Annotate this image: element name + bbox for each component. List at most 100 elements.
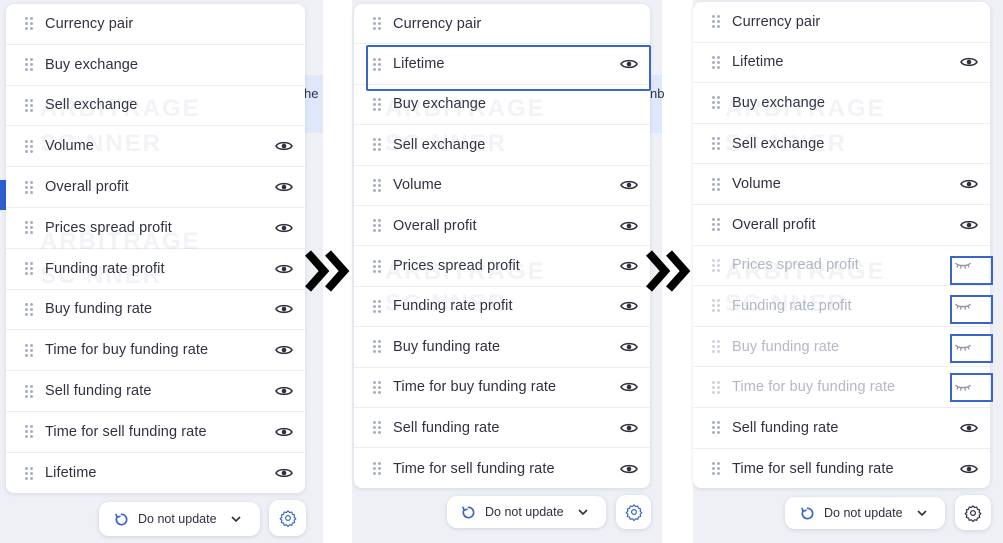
visibility-toggle[interactable] [274, 139, 294, 153]
drag-handle-icon[interactable] [373, 462, 381, 476]
column-row[interactable]: Time for sell funding rate [693, 449, 990, 488]
drag-handle-icon[interactable] [373, 340, 381, 354]
visibility-toggle[interactable] [959, 421, 979, 435]
settings-button[interactable] [269, 500, 306, 536]
visibility-toggle[interactable] [619, 299, 639, 313]
drag-handle-icon[interactable] [373, 97, 381, 111]
column-row[interactable]: Sell funding rate [354, 408, 650, 449]
visibility-toggle[interactable] [959, 462, 979, 476]
drag-handle-icon[interactable] [373, 219, 381, 233]
column-row[interactable]: Volume [6, 126, 305, 168]
column-row[interactable]: Sell funding rate [693, 408, 990, 449]
drag-handle-icon[interactable] [712, 380, 720, 394]
visibility-toggle[interactable] [959, 177, 979, 191]
drag-handle-icon[interactable] [25, 180, 33, 194]
drag-handle-icon[interactable] [25, 17, 33, 31]
column-row[interactable]: Prices spread profit [354, 246, 650, 287]
visibility-toggle[interactable] [274, 180, 294, 194]
drag-handle-icon[interactable] [373, 299, 381, 313]
column-row[interactable]: Buy funding rate [693, 327, 990, 368]
update-interval-label: Do not update [485, 505, 564, 519]
column-row[interactable]: Overall profit [693, 205, 990, 246]
visibility-toggle[interactable] [619, 380, 639, 394]
drag-handle-icon[interactable] [712, 258, 720, 272]
drag-handle-icon[interactable] [25, 221, 33, 235]
column-row[interactable]: Prices spread profit [6, 208, 305, 249]
drag-handle-icon[interactable] [712, 299, 720, 313]
column-row[interactable]: Buy exchange [6, 45, 305, 86]
visibility-toggle[interactable] [274, 262, 294, 276]
drag-handle-icon[interactable] [25, 466, 33, 480]
column-row[interactable]: Lifetime [6, 453, 305, 493]
drag-handle-icon[interactable] [712, 421, 720, 435]
column-row[interactable]: Buy funding rate [354, 327, 650, 368]
visibility-toggle[interactable] [619, 462, 639, 476]
column-row[interactable]: Funding rate profit [6, 249, 305, 290]
drag-handle-icon[interactable] [25, 302, 33, 316]
column-row[interactable]: Lifetime [693, 43, 990, 84]
drag-handle-icon[interactable] [373, 138, 381, 152]
visibility-toggle[interactable] [274, 425, 294, 439]
drag-handle-icon[interactable] [25, 425, 33, 439]
drag-handle-icon[interactable] [25, 58, 33, 72]
settings-button[interactable] [955, 495, 991, 530]
column-row[interactable]: Buy exchange [693, 83, 990, 124]
column-row[interactable]: Volume [354, 166, 650, 206]
update-interval-dropdown[interactable]: Do not update [447, 496, 606, 528]
column-row[interactable]: Sell exchange [693, 124, 990, 165]
visibility-toggle[interactable] [274, 466, 294, 480]
column-row[interactable]: Time for buy funding rate [354, 368, 650, 408]
drag-handle-icon[interactable] [712, 340, 720, 354]
drag-handle-icon[interactable] [373, 178, 381, 192]
drag-handle-icon[interactable] [712, 218, 720, 232]
drag-handle-icon[interactable] [712, 96, 720, 110]
column-row[interactable]: Sell funding rate [6, 371, 305, 412]
update-interval-dropdown[interactable]: Do not update [785, 497, 945, 529]
visibility-toggle[interactable] [274, 384, 294, 398]
visibility-toggle[interactable] [959, 55, 979, 69]
drag-handle-icon[interactable] [25, 139, 33, 153]
drag-handle-icon[interactable] [712, 177, 720, 191]
drag-handle-icon[interactable] [373, 421, 381, 435]
drag-handle-icon[interactable] [373, 380, 381, 394]
visibility-toggle[interactable] [619, 421, 639, 435]
column-row[interactable]: Time for buy funding rate [693, 367, 990, 408]
drag-handle-icon[interactable] [712, 55, 720, 69]
column-row-label: Funding rate profit [393, 298, 513, 315]
visibility-toggle[interactable] [959, 218, 979, 232]
visibility-toggle[interactable] [274, 302, 294, 316]
drag-handle-icon[interactable] [25, 343, 33, 357]
visibility-toggle[interactable] [619, 259, 639, 273]
column-row[interactable]: Prices spread profit [693, 246, 990, 287]
column-row[interactable]: Sell exchange [354, 125, 650, 166]
column-row[interactable]: Volume [693, 164, 990, 205]
drag-handle-icon[interactable] [25, 98, 33, 112]
drag-handle-icon[interactable] [712, 137, 720, 151]
column-row[interactable]: Currency pair [6, 4, 305, 45]
column-row[interactable]: Overall profit [354, 206, 650, 247]
column-row[interactable]: Time for sell funding rate [6, 412, 305, 453]
column-row[interactable]: Currency pair [693, 2, 990, 43]
drag-handle-icon[interactable] [712, 462, 720, 476]
column-row[interactable]: Sell exchange [6, 86, 305, 127]
visibility-toggle[interactable] [274, 343, 294, 357]
drag-handle-icon[interactable] [373, 259, 381, 273]
column-row[interactable]: Overall profit [6, 167, 305, 208]
visibility-toggle[interactable] [619, 219, 639, 233]
drag-handle-icon[interactable] [25, 262, 33, 276]
drag-handle-icon[interactable] [712, 15, 720, 29]
column-row[interactable]: Time for buy funding rate [6, 330, 305, 372]
settings-button[interactable] [616, 495, 651, 529]
column-row[interactable]: Buy funding rate [6, 290, 305, 331]
column-row-label: Buy exchange [732, 94, 826, 111]
update-interval-dropdown[interactable]: Do not update [99, 502, 260, 536]
column-row[interactable]: Currency pair [354, 4, 650, 45]
drag-handle-icon[interactable] [25, 384, 33, 398]
visibility-toggle[interactable] [619, 340, 639, 354]
column-row[interactable]: Time for sell funding rate [354, 448, 650, 488]
drag-handle-icon[interactable] [373, 17, 381, 31]
visibility-toggle[interactable] [619, 178, 639, 192]
column-row[interactable]: Funding rate profit [693, 286, 990, 327]
visibility-toggle[interactable] [274, 221, 294, 235]
column-row[interactable]: Funding rate profit [354, 287, 650, 328]
